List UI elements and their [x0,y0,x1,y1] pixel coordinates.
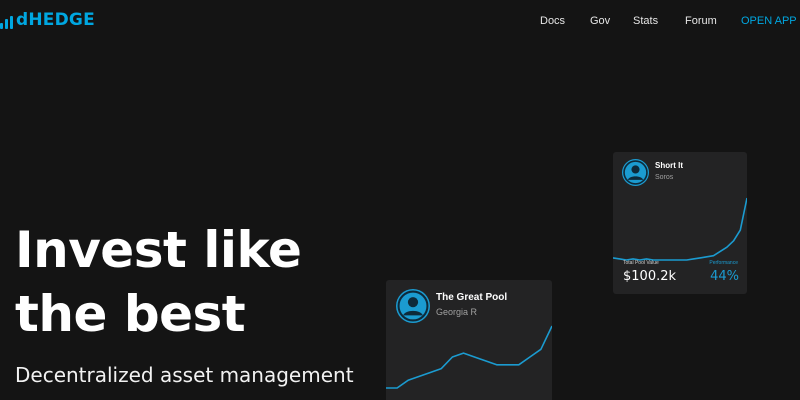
nav-gov[interactable]: Gov [590,12,610,30]
hero-title: Invest like the best [15,218,345,346]
nav-docs[interactable]: Docs [540,12,565,30]
pool-card-short-it[interactable]: Short It Soros Total Pool Value $100.2k … [613,152,747,294]
nav-stats[interactable]: Stats [633,12,658,30]
hero-subtitle: Decentralized asset management [15,363,354,387]
pool-manager: Soros [655,174,674,181]
hero-title-line-1: Invest like [15,221,302,279]
total-pool-value-label: Total Pool Value [623,260,659,266]
pool-name: The Great Pool [436,292,508,303]
user-avatar-icon [396,289,430,323]
open-app-link[interactable]: OPEN APP [741,12,797,30]
nav-forum[interactable]: Forum [685,12,717,30]
performance-line [613,197,747,261]
pool-card-the-great-pool[interactable]: The Great Pool Georgia R [386,280,552,400]
pool-performance-chart [386,325,552,389]
performance-label: Performance [709,260,738,266]
pool-name: Short It [655,161,683,170]
landing-page: dHEDGE Docs Gov Stats Forum OPEN APP Inv… [0,0,800,400]
pool-performance-chart [613,197,747,261]
performance-line [386,325,552,389]
total-pool-value: $100.2k [623,269,677,284]
performance-value: 44% [710,269,739,284]
hero-title-line-2: the best [15,285,246,343]
pool-manager: Georgia R [436,307,478,317]
user-avatar-icon [622,159,649,186]
top-nav: Docs Gov Stats Forum OPEN APP [0,12,800,30]
